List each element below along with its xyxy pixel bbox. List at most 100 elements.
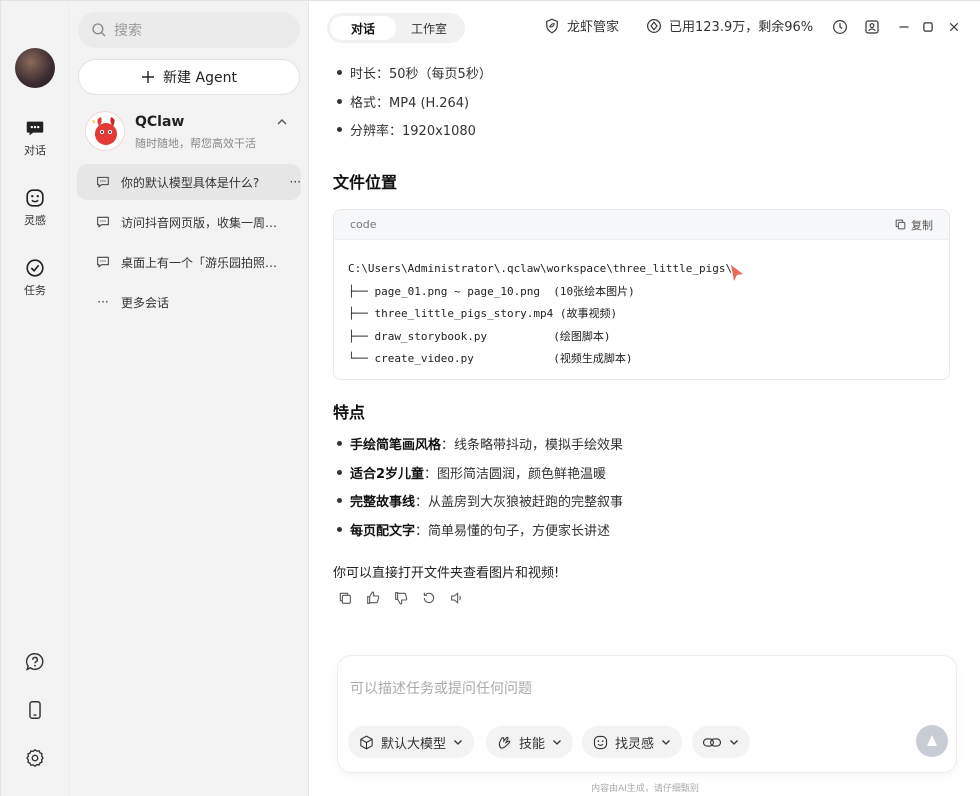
chevron-down-icon — [730, 740, 738, 745]
feature-item: 手绘简笔画风格 ：线条略带抖动，模拟手绘效果 — [333, 434, 623, 453]
code-header: code 复制 — [334, 210, 949, 240]
ai-disclaimer: 内容由AI生成，请仔细甄别 — [591, 784, 699, 794]
conversation-title: 访问抖音网页版，收集一周… — [121, 215, 278, 230]
smiley-icon — [593, 735, 608, 749]
smiley-icon — [26, 189, 44, 207]
code-language: code — [350, 218, 377, 231]
link-selector[interactable] — [692, 726, 750, 758]
spec-value: ：1920x1080 — [389, 124, 476, 139]
skill-label: 技能 — [519, 736, 546, 752]
new-agent-button[interactable]: 新建 Agent — [78, 59, 300, 95]
chat-bubble-icon — [26, 121, 44, 136]
chevron-down-icon — [553, 740, 561, 745]
agent-name: QClaw — [135, 114, 185, 130]
minimize-icon[interactable] — [895, 18, 913, 36]
spec-item: 分辨率 ：1920x1080 — [333, 120, 476, 139]
thumbs-up-icon[interactable] — [365, 590, 381, 606]
history-clock-icon[interactable] — [831, 18, 849, 36]
feature-item: 适合2岁儿童 ：图形简洁圆润，颜色鲜艳温暖 — [333, 463, 606, 482]
main-panel: 对话 工作室 龙虾管家 已用123.9万，剩余96% 时长 ：50秒（每页5秒） … — [309, 1, 980, 796]
rail-label-chat: 对话 — [24, 144, 46, 157]
phone-icon[interactable] — [24, 699, 46, 721]
feature-title: 适合2岁儿童 — [350, 467, 425, 482]
inspiration-selector[interactable]: 找灵感 — [582, 726, 683, 758]
cube-icon — [360, 735, 373, 749]
chevron-down-icon — [662, 740, 670, 745]
feature-item: 完整故事线 ：从盖房到大灰狼被赶跑的完整叙事 — [333, 491, 623, 510]
composer-input[interactable]: 可以描述任务或提问任何问题 — [350, 678, 532, 698]
rail-item-inspire[interactable]: 灵感 — [1, 187, 69, 228]
maximize-icon[interactable] — [919, 18, 937, 36]
chat-outline-icon — [97, 216, 109, 228]
usage-indicator[interactable]: 已用123.9万，剩余96% — [645, 16, 813, 35]
spec-label: 时长 — [350, 67, 377, 82]
conversation-item[interactable]: 访问抖音网页版，收集一周… — [77, 204, 301, 240]
chevron-up-icon[interactable] — [275, 115, 289, 129]
send-button[interactable] — [916, 725, 948, 757]
speaker-icon[interactable] — [449, 590, 465, 606]
feature-text: ：从盖房到大灰狼被赶跑的完整叙事 — [415, 495, 624, 510]
copy-icon — [895, 219, 906, 230]
conversation-title: 桌面上有一个「游乐园拍照… — [121, 255, 278, 270]
rail-item-tasks[interactable]: 任务 — [1, 257, 69, 298]
rail-item-chat[interactable]: 对话 — [1, 117, 69, 158]
agent-subtitle: 随时随地，帮您高效干活 — [135, 137, 256, 150]
regenerate-icon[interactable] — [421, 590, 437, 606]
chat-outline-icon — [97, 256, 109, 268]
tab-studio[interactable]: 工作室 — [396, 16, 462, 40]
qclaw-logo-icon — [85, 111, 125, 151]
check-circle-icon — [26, 259, 44, 277]
send-arrow-icon — [927, 735, 937, 746]
file-location-heading: 文件位置 — [333, 173, 398, 192]
skill-selector[interactable]: 技能 — [486, 726, 574, 758]
new-agent-label: 新建 Agent — [163, 70, 237, 86]
model-selector[interactable]: 默认大模型 — [348, 726, 475, 758]
feature-text: ：简单易懂的句子，方便家长讲述 — [415, 524, 611, 539]
feature-title: 手绘简笔画风格 — [350, 438, 442, 453]
manager-label: 龙虾管家 — [567, 20, 620, 35]
tab-chat[interactable]: 对话 — [330, 16, 396, 40]
feature-text: ：图形简洁圆润，颜色鲜艳温暖 — [424, 467, 607, 482]
usage-label: 已用123.9万，剩余96% — [669, 20, 814, 35]
feature-title: 每页配文字 — [350, 524, 416, 539]
plus-icon — [142, 71, 155, 83]
conversation-item[interactable]: 桌面上有一个「游乐园拍照… — [77, 244, 301, 280]
chevron-down-icon — [454, 740, 462, 745]
spec-value: ：MP4 (H.264) — [376, 96, 470, 111]
model-label: 默认大模型 — [381, 736, 447, 752]
features-heading: 特点 — [333, 403, 366, 422]
feature-title: 完整故事线 — [350, 495, 416, 510]
help-icon[interactable] — [24, 651, 46, 673]
shield-leaf-icon — [546, 18, 558, 33]
more-conversations-link[interactable]: ··· 更多会话 — [77, 284, 301, 320]
spec-label: 分辨率 — [350, 124, 390, 139]
inspiration-label: 找灵感 — [615, 736, 655, 752]
left-rail: 对话 灵感 任务 — [1, 1, 69, 796]
copy-icon[interactable] — [337, 590, 353, 606]
app-window: 对话 灵感 任务 搜索 新建 Agent QClaw 随时随地，帮您高效干活 你… — [0, 0, 980, 796]
conversation-item[interactable]: 你的默认模型具体是什么? ··· — [77, 164, 301, 200]
thumbs-down-icon[interactable] — [393, 590, 409, 606]
spec-item: 时长 ：50秒（每页5秒） — [333, 63, 492, 82]
code-block: code 复制 C:\Users\Administrator\.qclaw\wo… — [333, 209, 950, 380]
copy-label: 复制 — [911, 218, 933, 232]
skill-hand-icon — [498, 736, 511, 749]
closing-text: 你可以直接打开文件夹查看图片和视频! — [333, 566, 560, 581]
close-icon[interactable] — [945, 18, 963, 36]
search-box[interactable]: 搜索 — [78, 12, 300, 48]
conversation-more-button[interactable]: ··· — [290, 175, 301, 189]
manager-button[interactable]: 龙虾管家 — [543, 16, 619, 35]
feature-text: ：线条略带抖动，模拟手绘效果 — [441, 438, 624, 453]
agent-header[interactable]: QClaw 随时随地，帮您高效干活 — [85, 111, 295, 155]
spec-value: ：50秒（每页5秒） — [376, 67, 492, 82]
more-dots-icon: ··· — [97, 295, 109, 309]
spec-label: 格式 — [350, 96, 377, 111]
settings-gear-icon[interactable] — [24, 747, 46, 769]
user-avatar[interactable] — [15, 48, 55, 88]
search-icon — [92, 23, 106, 37]
copy-code-button[interactable]: 复制 — [894, 217, 933, 233]
token-usage-icon — [647, 18, 661, 33]
link-icon — [702, 737, 722, 747]
chat-outline-icon — [97, 176, 109, 188]
profile-icon[interactable] — [863, 18, 881, 36]
